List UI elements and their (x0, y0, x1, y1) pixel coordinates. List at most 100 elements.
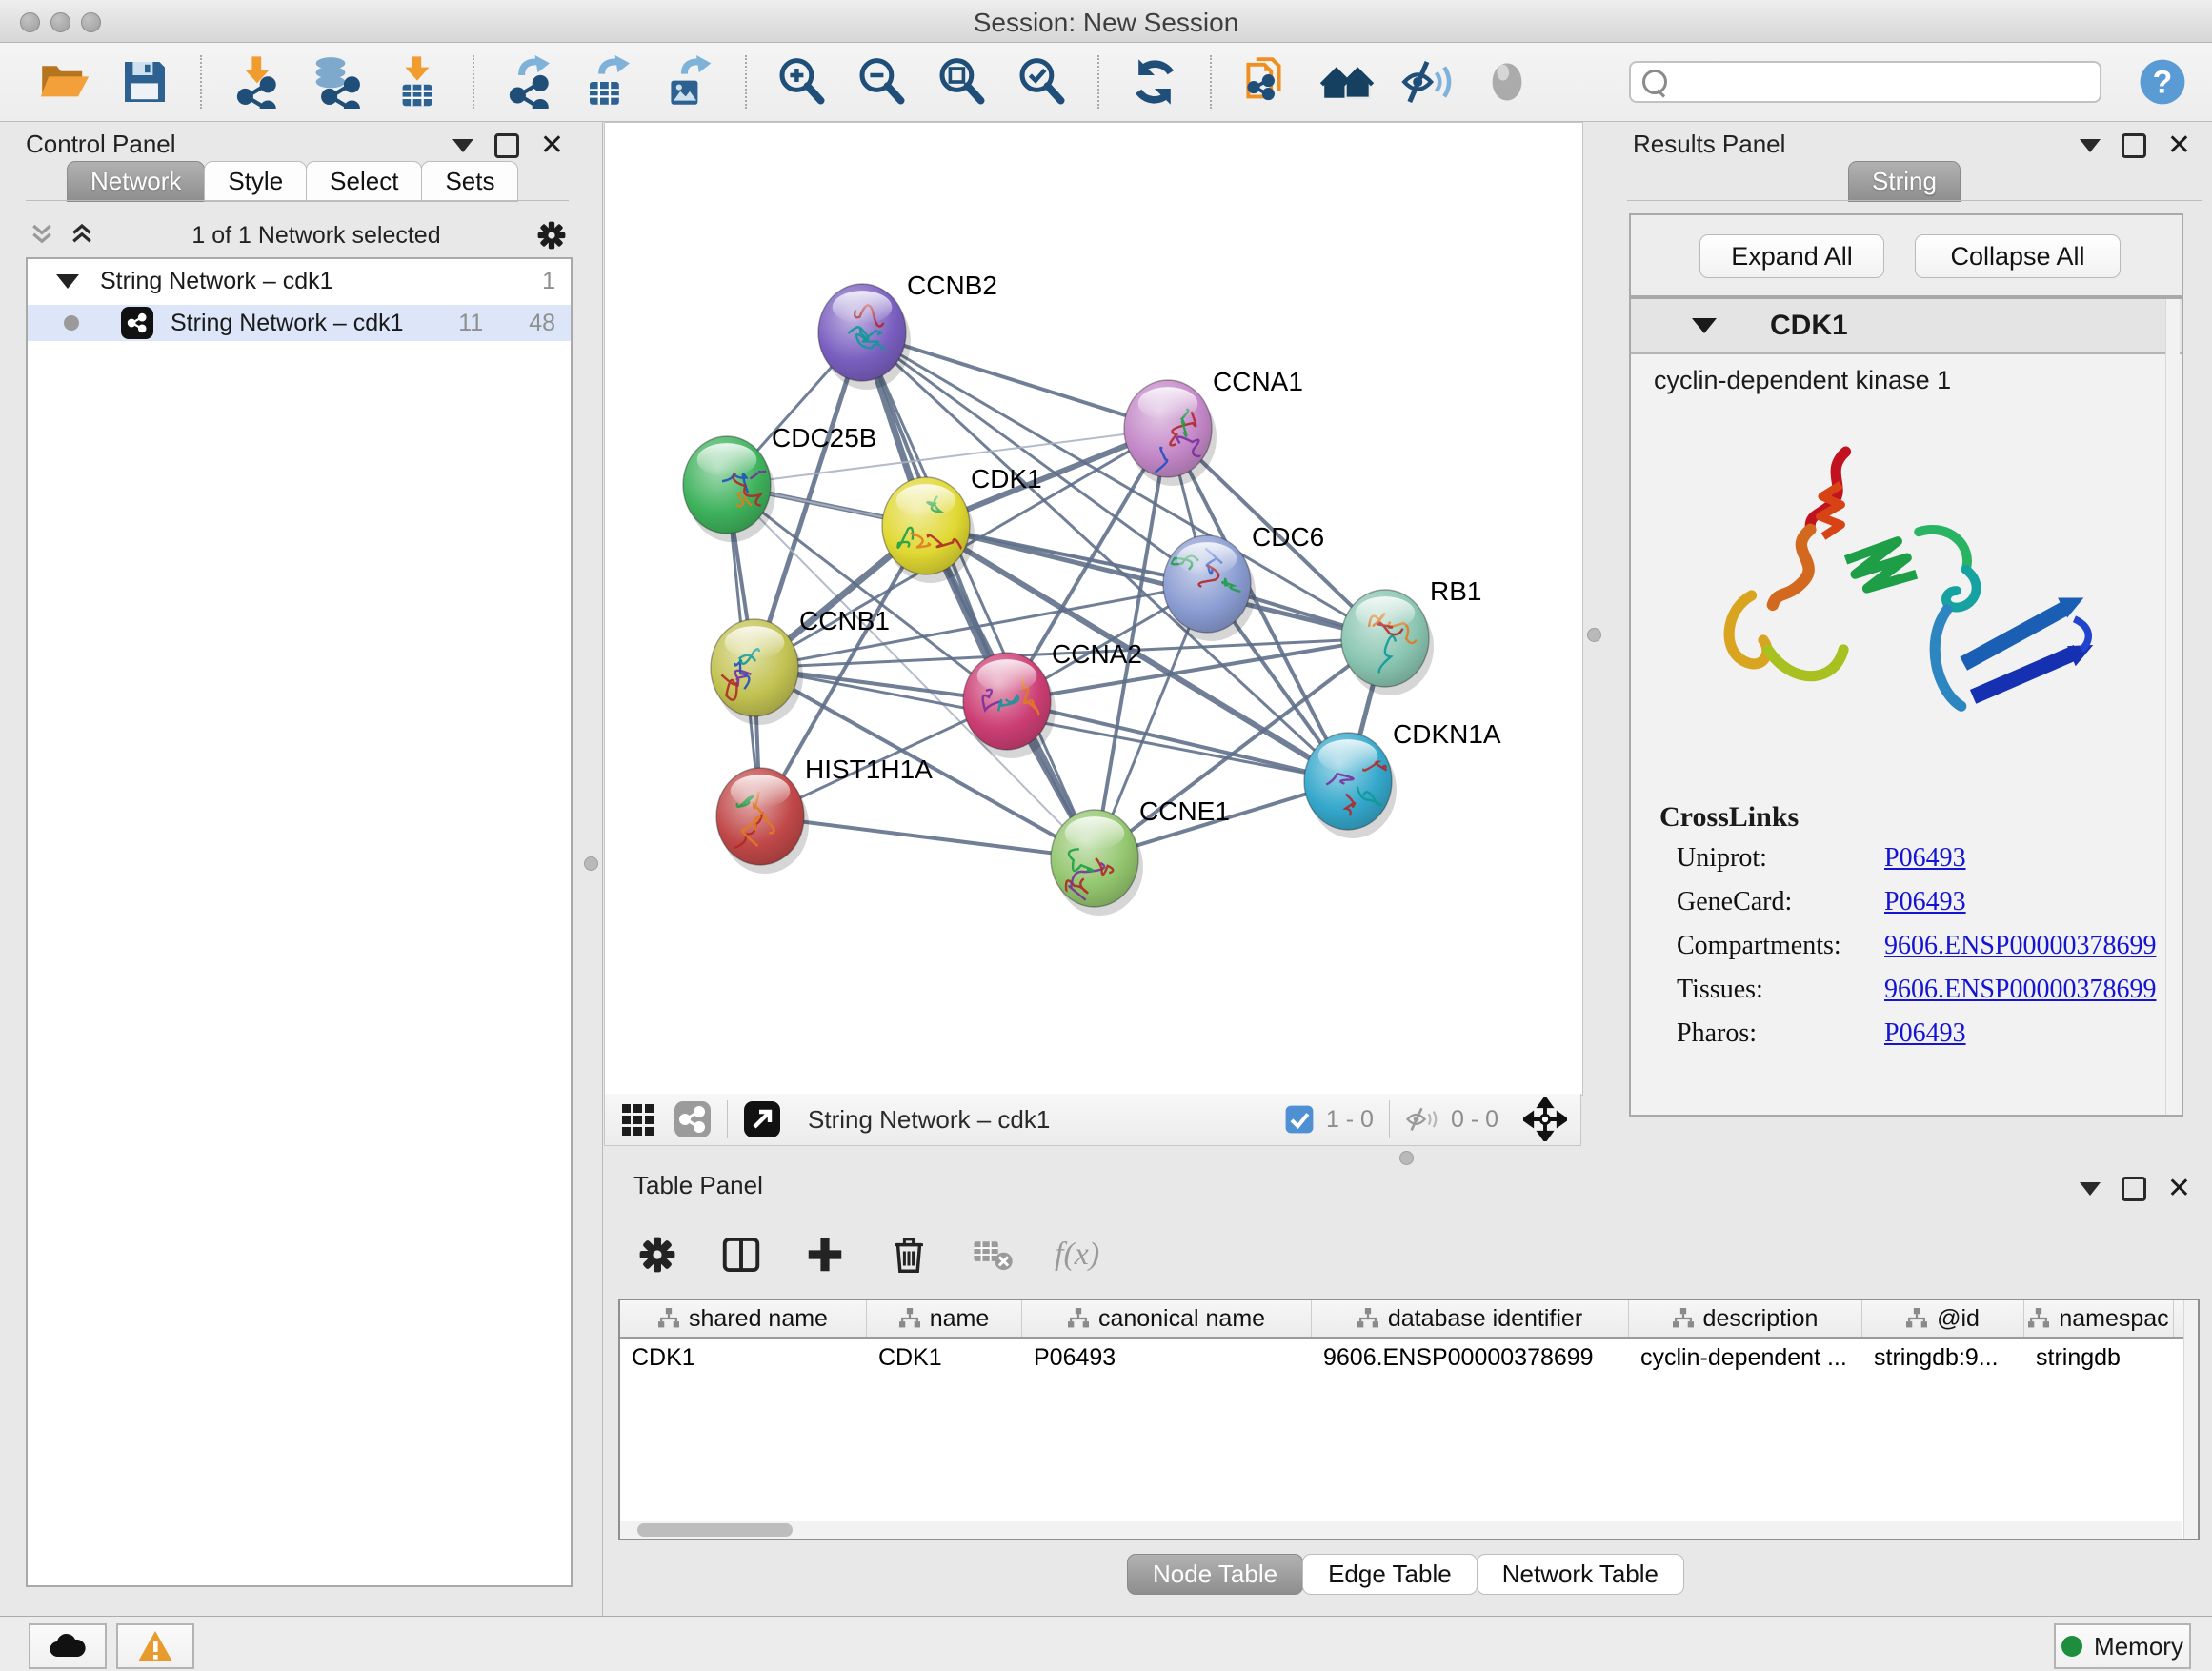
network-row[interactable]: String Network – cdk1 11 48 (28, 305, 571, 341)
hide-panels-icon[interactable] (1400, 55, 1454, 109)
control-panel-title: Control Panel (26, 130, 176, 159)
collection-expander-icon[interactable] (56, 274, 79, 289)
control-panel-float-icon[interactable] (494, 133, 519, 158)
network-canvas[interactable]: CCNB2 CCNA1 CDC25B CDK1 CDC6 RB1 CCNB1 (604, 122, 1583, 1096)
cloud-button[interactable] (29, 1623, 107, 1669)
table-panel-float-icon[interactable] (2122, 1177, 2146, 1201)
search-input[interactable] (1629, 61, 2101, 103)
table-cell[interactable]: CDK1 (620, 1339, 867, 1377)
column-header-name[interactable]: name (867, 1300, 1022, 1337)
crosslink-link[interactable]: P06493 (1884, 887, 1966, 917)
selected-checkbox-icon[interactable] (1284, 1104, 1315, 1135)
tab-network-table[interactable]: Network Table (1477, 1554, 1684, 1595)
help-icon[interactable]: ? (2138, 57, 2187, 107)
edge-CCNA2-CDKN1A[interactable] (1007, 701, 1348, 781)
column-header-description[interactable]: description (1629, 1300, 1862, 1337)
column-header-shared-name[interactable]: shared name (620, 1300, 867, 1337)
table-settings-gear-icon[interactable] (635, 1233, 679, 1277)
node-CCNE1[interactable]: CCNE1 (1051, 796, 1230, 916)
collapse-all-networks-icon[interactable] (26, 221, 58, 250)
import-database-icon[interactable] (311, 55, 364, 109)
results-panel-menu-icon[interactable] (2080, 139, 2101, 152)
table-panel-menu-icon[interactable] (2080, 1182, 2101, 1196)
tab-string[interactable]: String (1848, 161, 1961, 202)
open-session-icon[interactable] (38, 55, 91, 109)
tab-network[interactable]: Network (67, 161, 205, 202)
open-in-new-icon[interactable] (743, 1100, 781, 1138)
tab-select[interactable]: Select (306, 161, 422, 202)
pan-crosshair-icon[interactable] (1523, 1097, 1567, 1141)
network-options-gear-icon[interactable] (534, 218, 569, 252)
node-CCNB1[interactable]: CCNB1 (711, 606, 890, 725)
import-table-icon[interactable] (391, 55, 444, 109)
expand-all-networks-icon[interactable] (66, 221, 98, 250)
show-graphics-details-icon[interactable] (1480, 55, 1534, 109)
new-network-from-file-icon[interactable] (1240, 55, 1294, 109)
network-collection-row[interactable]: String Network – cdk1 1 (28, 263, 571, 299)
main-toolbar: ? (0, 43, 2212, 122)
node-CCNA1[interactable]: CCNA1 (1124, 367, 1303, 486)
collapse-all-button[interactable]: Collapse All (1915, 234, 2121, 278)
table-row[interactable]: CDK1CDK1P064939606.ENSP00000378699cyclin… (620, 1339, 2198, 1377)
tab-sets[interactable]: Sets (421, 161, 518, 202)
crosslink-link[interactable]: 9606.ENSP00000378699 (1884, 931, 2156, 961)
show-columns-icon[interactable] (719, 1233, 763, 1277)
table-panel-close-icon[interactable]: ✕ (2167, 1179, 2191, 1198)
entry-header-cdk1[interactable]: CDK1 (1631, 299, 2182, 354)
table-cell[interactable]: stringdb (2024, 1339, 2174, 1377)
results-scrollbar[interactable] (2165, 299, 2180, 1115)
crosslink-link[interactable]: 9606.ENSP00000378699 (1884, 975, 2156, 1005)
control-panel-menu-icon[interactable] (452, 139, 473, 152)
table-hscroll-thumb[interactable] (637, 1523, 793, 1537)
add-column-icon[interactable] (803, 1233, 847, 1277)
results-panel-float-icon[interactable] (2122, 133, 2146, 158)
zoom-selected-icon[interactable] (1016, 55, 1069, 109)
import-network-icon[interactable] (231, 55, 284, 109)
right-splitter-handle[interactable] (1587, 628, 1601, 642)
edge-HIST1H1A-CCNE1[interactable] (760, 816, 1095, 858)
table-cell[interactable]: 9606.ENSP00000378699 (1312, 1339, 1629, 1377)
node-CDK1[interactable]: CDK1 (882, 464, 1042, 583)
memory-button[interactable]: Memory (2054, 1623, 2191, 1669)
entry-expander-icon[interactable] (1692, 318, 1717, 333)
expand-all-button[interactable]: Expand All (1699, 234, 1884, 278)
warnings-button[interactable] (116, 1623, 194, 1669)
delete-column-icon[interactable] (887, 1233, 931, 1277)
export-table-icon[interactable] (583, 55, 636, 109)
tab-style[interactable]: Style (204, 161, 307, 202)
string-badge-icon[interactable] (674, 1100, 712, 1138)
results-panel-close-icon[interactable]: ✕ (2167, 136, 2191, 155)
node-HIST1H1A[interactable]: HIST1H1A (716, 755, 933, 874)
refresh-network-icon[interactable] (1128, 55, 1181, 109)
export-network-icon[interactable] (503, 55, 556, 109)
table-vscroll[interactable] (2183, 1300, 2198, 1539)
node-RB1[interactable]: RB1 (1341, 576, 1481, 695)
save-session-icon[interactable] (118, 55, 171, 109)
node-CDC6[interactable]: CDC6 (1163, 522, 1324, 641)
tab-edge-table[interactable]: Edge Table (1302, 1554, 1478, 1595)
birdseye-grid-icon[interactable] (618, 1100, 656, 1138)
tab-node-table[interactable]: Node Table (1127, 1554, 1303, 1595)
zoom-fit-icon[interactable] (935, 55, 989, 109)
toolbar-separator (200, 55, 202, 109)
column-header-namespac[interactable]: namespac (2024, 1300, 2174, 1337)
column-header-canonical-name[interactable]: canonical name (1022, 1300, 1312, 1337)
crosslink-link[interactable]: P06493 (1884, 843, 1966, 874)
table-cell[interactable]: CDK1 (867, 1339, 1022, 1377)
table-cell[interactable]: cyclin-dependent ... (1629, 1339, 1862, 1377)
node-CDKN1A[interactable]: CDKN1A (1304, 719, 1501, 838)
left-splitter-handle[interactable] (584, 856, 598, 871)
node-CCNB2[interactable]: CCNB2 (818, 271, 997, 390)
table-cell[interactable]: P06493 (1022, 1339, 1312, 1377)
zoom-in-icon[interactable] (775, 55, 829, 109)
bottom-splitter-handle[interactable] (1399, 1151, 1414, 1165)
column-header-@id[interactable]: @id (1862, 1300, 2024, 1337)
table-cell[interactable]: stringdb:9... (1862, 1339, 2024, 1377)
string-home-icon[interactable] (1320, 55, 1374, 109)
table-hscroll[interactable] (620, 1521, 2182, 1539)
crosslink-link[interactable]: P06493 (1884, 1018, 1966, 1049)
zoom-out-icon[interactable] (855, 55, 909, 109)
column-header-database-identifier[interactable]: database identifier (1312, 1300, 1629, 1337)
control-panel-close-icon[interactable]: ✕ (540, 136, 564, 155)
export-image-icon[interactable] (663, 55, 716, 109)
